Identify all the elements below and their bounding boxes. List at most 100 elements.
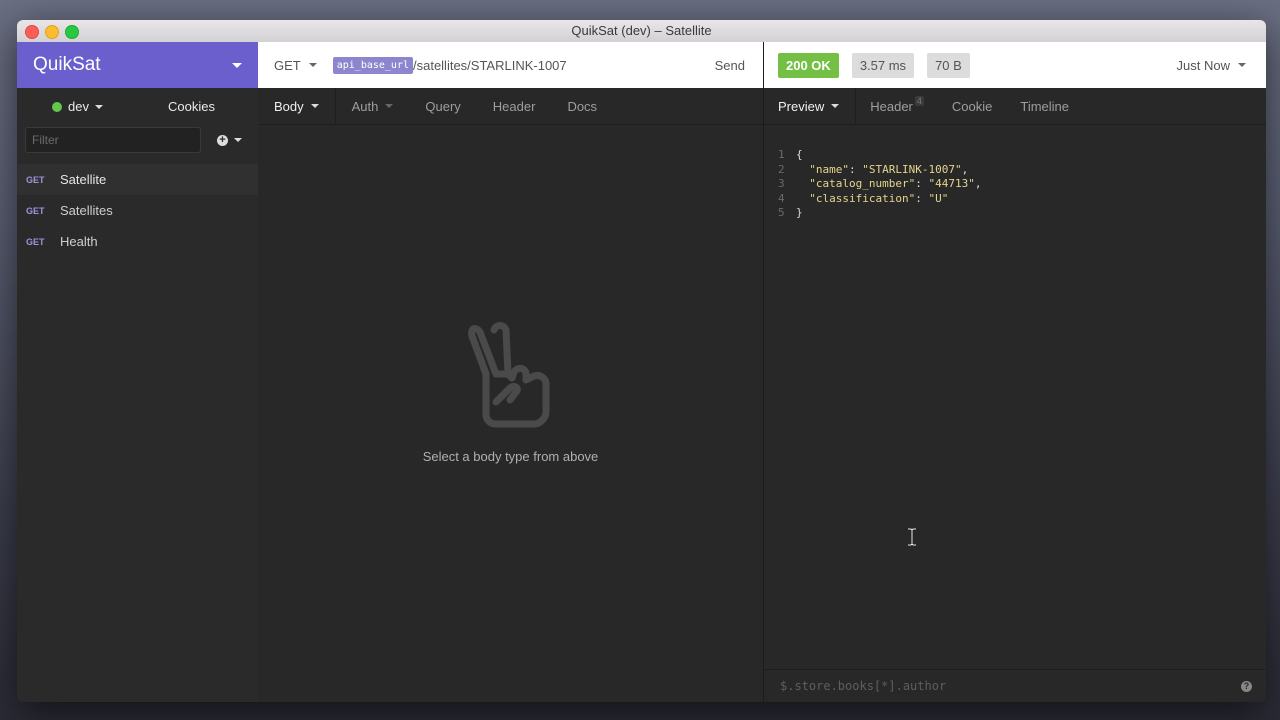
- plus-circle-icon: +: [217, 134, 228, 146]
- line-number: 2: [778, 162, 785, 176]
- chevron-down-icon: [385, 104, 394, 108]
- send-button[interactable]: Send: [715, 58, 745, 73]
- tab-auth[interactable]: Auth: [336, 88, 410, 124]
- environment-dot-icon: [52, 101, 62, 112]
- maximize-window-button[interactable]: [65, 25, 79, 39]
- tab-label: Header: [870, 98, 913, 114]
- response-time-badge: 3.57 ms: [851, 52, 915, 78]
- response-pane: 200 OK 3.57 ms 70 B Just Now Preview Hea…: [764, 42, 1266, 702]
- code-line: 4 "classification": "U": [778, 192, 981, 207]
- chevron-down-icon: [1238, 63, 1246, 67]
- chevron-down-icon: [310, 104, 319, 108]
- line-number: 5: [778, 206, 785, 220]
- json-trail: ,: [974, 177, 982, 191]
- environment-row: dev Cookies: [17, 88, 258, 125]
- response-bar: 200 OK 3.57 ms 70 B Just Now: [764, 42, 1266, 88]
- json-key: "catalog_number": [809, 177, 916, 191]
- header-count-badge: 4: [914, 96, 924, 106]
- request-name: Satellite: [60, 172, 107, 187]
- response-history-selector[interactable]: Just Now: [1177, 58, 1246, 73]
- minimize-window-button[interactable]: [45, 25, 59, 39]
- code-line: 3 "catalog_number": "44713",: [778, 177, 981, 192]
- sidebar: QuikSat dev Cookies + GET Satellite: [17, 42, 259, 702]
- request-method: GET: [26, 205, 45, 216]
- history-label: Just Now: [1176, 57, 1230, 73]
- chevron-down-icon: [308, 63, 317, 67]
- chevron-down-icon: [94, 104, 103, 109]
- json-key: "name": [809, 162, 849, 176]
- tab-preview[interactable]: Preview: [764, 88, 857, 124]
- method-selector[interactable]: GET: [274, 58, 317, 73]
- code-text: {: [796, 148, 803, 161]
- add-request-button[interactable]: +: [217, 134, 242, 146]
- code-text: }: [796, 206, 803, 220]
- help-icon[interactable]: ?: [1241, 680, 1252, 692]
- url-variable-tag[interactable]: api_base_url: [332, 56, 413, 74]
- cookies-button[interactable]: Cookies: [168, 99, 215, 114]
- line-number: 3: [778, 177, 785, 191]
- tab-label: Docs: [567, 98, 598, 114]
- environment-name: dev: [68, 99, 89, 114]
- code-text: "catalog_number": "44713",: [809, 177, 982, 191]
- request-method: GET: [26, 174, 45, 185]
- tab-header[interactable]: Header: [477, 88, 552, 124]
- tab-docs[interactable]: Docs: [551, 88, 613, 124]
- title-bar: QuikSat (dev) – Satellite: [17, 20, 1266, 43]
- request-item-satellites[interactable]: GET Satellites: [17, 195, 258, 226]
- request-item-health[interactable]: GET Health: [17, 226, 258, 257]
- request-item-satellite[interactable]: GET Satellite: [17, 164, 258, 195]
- text-cursor-icon: [908, 528, 916, 546]
- code-line: 1 {: [778, 148, 981, 163]
- sidebar-filter-input[interactable]: [25, 127, 201, 153]
- tab-timeline[interactable]: Timeline: [1006, 88, 1083, 124]
- chevron-down-icon: [232, 62, 242, 68]
- response-filter-input[interactable]: [778, 678, 1142, 694]
- filter-row: +: [17, 125, 258, 155]
- tab-label: Body: [274, 98, 304, 114]
- workspace-name: QuikSat: [33, 54, 101, 75]
- code-line: 2 "name": "STARLINK-1007",: [778, 163, 981, 178]
- chevron-down-icon: [234, 138, 242, 142]
- url-input[interactable]: api_base_url /satellites/STARLINK-1007: [332, 56, 715, 74]
- request-tabs: Body Auth Query Header Docs: [258, 88, 763, 125]
- response-filter-bar: ?: [764, 669, 1266, 702]
- tab-cookie[interactable]: Cookie: [938, 88, 1006, 124]
- request-pane: GET api_base_url /satellites/STARLINK-10…: [258, 42, 764, 702]
- request-name: Health: [60, 234, 98, 249]
- request-list: GET Satellite GET Satellites GET Health: [17, 164, 258, 257]
- close-window-button[interactable]: [25, 25, 39, 39]
- window-title: QuikSat (dev) – Satellite: [571, 23, 712, 38]
- request-name: Satellites: [60, 203, 113, 218]
- tab-label: Preview: [778, 98, 825, 114]
- url-bar: GET api_base_url /satellites/STARLINK-10…: [258, 42, 763, 88]
- tab-label: Query: [425, 98, 461, 114]
- response-body: 1 { 2 "name": "STARLINK-1007", 3 "catalo…: [778, 148, 981, 221]
- json-value: "44713": [928, 177, 975, 191]
- response-size-badge: 70 B: [927, 52, 970, 78]
- environment-selector[interactable]: dev: [52, 99, 103, 114]
- tab-label: Auth: [351, 98, 379, 114]
- line-number: 4: [778, 191, 785, 205]
- response-tabs: Preview Header 4 Cookie Timeline: [764, 88, 1266, 125]
- method-label: GET: [274, 57, 301, 73]
- status-badge: 200 OK: [778, 52, 839, 78]
- request-method: GET: [26, 236, 45, 247]
- chevron-down-icon: [831, 104, 840, 108]
- tab-response-header[interactable]: Header 4: [856, 88, 938, 124]
- line-number: 1: [778, 148, 785, 161]
- json-value: "U": [928, 191, 949, 205]
- body-empty-state: Select a body type from above: [258, 322, 763, 464]
- peace-hand-icon: [467, 322, 549, 428]
- tab-label: Header: [492, 98, 536, 114]
- tab-body[interactable]: Body: [258, 88, 336, 124]
- code-text: "name": "STARLINK-1007",: [809, 162, 969, 176]
- app-window: QuikSat (dev) – Satellite QuikSat dev Co…: [17, 20, 1266, 702]
- workspace-menu[interactable]: QuikSat: [17, 42, 258, 88]
- code-text: "classification": "U": [809, 191, 949, 205]
- empty-body-message: Select a body type from above: [422, 449, 599, 464]
- tab-label: Timeline: [1020, 98, 1070, 114]
- json-trail: ,: [961, 162, 969, 176]
- tab-query[interactable]: Query: [409, 88, 476, 124]
- json-key: "classification": [809, 191, 916, 205]
- json-value: "STARLINK-1007": [862, 162, 962, 176]
